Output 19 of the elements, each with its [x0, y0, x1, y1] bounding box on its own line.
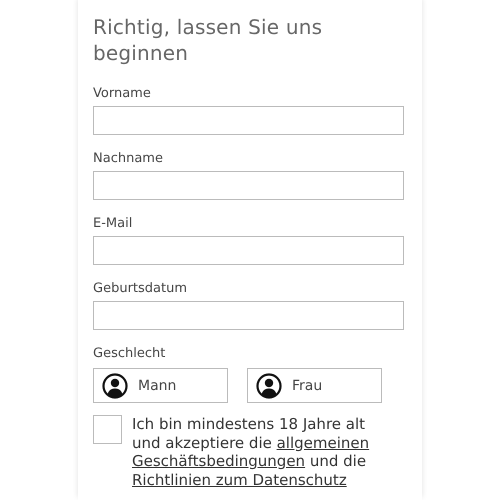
link[interactable]: Geschäftsbedingungen [132, 452, 306, 470]
field-label: Nachname [93, 151, 164, 167]
page-title: Richtig, lassen Sie uns beginnen [93, 14, 324, 66]
link[interactable]: Richtlinien zum Datenschutz [132, 470, 347, 489]
field-label: E-Mail [93, 216, 134, 232]
user-icon [256, 372, 282, 398]
input-field[interactable] [93, 171, 404, 200]
consent-text: Ich bin mindestens 18 Jahre alt und akzeptiere die allgemeinen Geschäftsbedingungen und die Richtlinien zum Datenschutz [132, 415, 370, 489]
gender-option[interactable]: Mann [93, 368, 228, 403]
field-label: Vorname [93, 86, 152, 102]
user-icon [102, 372, 128, 398]
checkbox[interactable] [93, 415, 122, 444]
field-label: Geschlecht [93, 346, 166, 362]
input-field[interactable] [93, 106, 404, 135]
input-field[interactable] [93, 301, 404, 330]
gender-option[interactable]: Frau [247, 368, 382, 403]
link[interactable]: allgemeinen [276, 434, 370, 452]
input-field[interactable] [93, 236, 404, 265]
field-label: Geburtsdatum [93, 281, 188, 297]
